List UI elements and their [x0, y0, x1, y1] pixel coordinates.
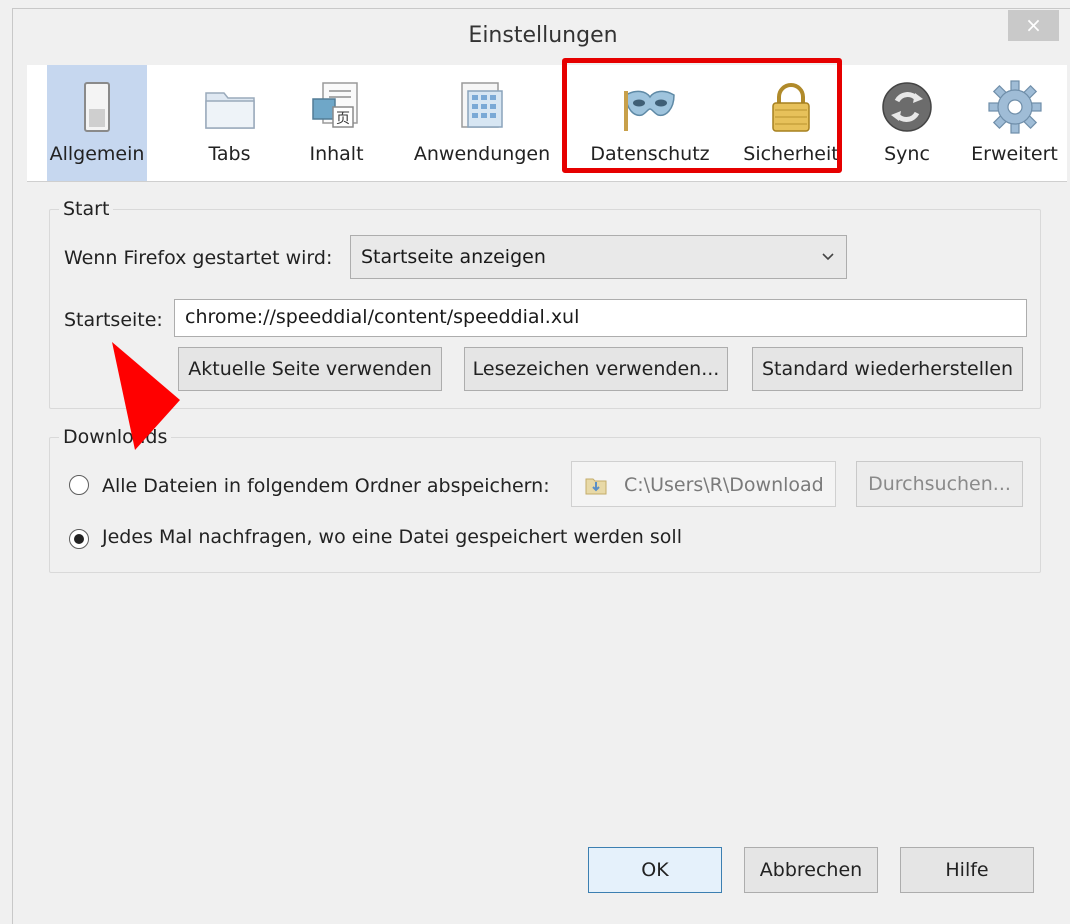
- save-to-folder-radio[interactable]: [69, 475, 89, 495]
- folder-download-icon: [585, 478, 607, 495]
- pane-anwendungen[interactable]: Anwendungen: [402, 65, 562, 181]
- title-bar: Einstellungen ×: [13, 9, 1070, 65]
- annotation-highlight-box: [562, 58, 842, 173]
- restore-default-button[interactable]: Standard wiederherstellen: [752, 347, 1023, 391]
- close-button[interactable]: ×: [1008, 10, 1059, 41]
- startup-select-value: Startseite anzeigen: [361, 246, 546, 268]
- switch-icon: [84, 82, 110, 132]
- preferences-window: Einstellungen × Allgemein Tabs 页 Inhalt …: [12, 8, 1070, 924]
- chevron-down-icon: [822, 253, 834, 261]
- pane-inhalt[interactable]: 页 Inhalt: [289, 65, 384, 181]
- pane-sync[interactable]: Sync: [857, 65, 957, 181]
- content-icon: 页: [311, 82, 358, 128]
- svg-text:页: 页: [336, 111, 350, 127]
- ok-button[interactable]: OK: [588, 847, 722, 893]
- pane-erweitert[interactable]: Erweitert: [962, 65, 1067, 181]
- ask-each-time-radio[interactable]: [69, 529, 89, 549]
- pane-label: Erweitert: [971, 143, 1058, 165]
- downloads-legend: Downloads: [59, 426, 172, 448]
- homepage-input[interactable]: chrome://speeddial/content/speeddial.xul: [174, 299, 1027, 337]
- save-to-folder-label: Alle Dateien in folgendem Ordner abspeic…: [102, 475, 550, 497]
- help-button[interactable]: Hilfe: [900, 847, 1034, 893]
- startup-label: Wenn Firefox gestartet wird:: [64, 247, 333, 269]
- cancel-button[interactable]: Abbrechen: [744, 847, 878, 893]
- homepage-label: Startseite:: [64, 309, 163, 331]
- pane-allgemein[interactable]: Allgemein: [47, 65, 147, 181]
- browse-button[interactable]: Durchsuchen...: [856, 461, 1023, 507]
- ask-each-time-label: Jedes Mal nachfragen, wo eine Datei gesp…: [102, 526, 682, 548]
- window-title: Einstellungen: [468, 23, 618, 48]
- pane-label: Allgemein: [49, 143, 145, 165]
- use-bookmark-button[interactable]: Lesezeichen verwenden...: [464, 347, 728, 391]
- download-folder-path: C:\Users\R\Download: [624, 474, 824, 496]
- pane-tabs[interactable]: Tabs: [182, 65, 277, 181]
- close-icon: ×: [1025, 13, 1042, 37]
- start-legend: Start: [59, 198, 114, 220]
- gear-icon: [987, 80, 1042, 134]
- startup-select[interactable]: Startseite anzeigen: [350, 235, 847, 279]
- pane-toolbar: Allgemein Tabs 页 Inhalt Anwendungen Date…: [27, 65, 1067, 182]
- use-current-page-button[interactable]: Aktuelle Seite verwenden: [178, 347, 442, 391]
- folder-icon: [204, 92, 255, 129]
- pane-label: Anwendungen: [413, 143, 551, 165]
- pane-label: Inhalt: [309, 143, 364, 165]
- pane-label: Sync: [884, 143, 930, 165]
- pane-label: Tabs: [208, 143, 251, 165]
- applications-icon: [461, 82, 503, 128]
- sync-icon: [882, 82, 932, 132]
- download-folder-field: C:\Users\R\Download: [571, 461, 836, 507]
